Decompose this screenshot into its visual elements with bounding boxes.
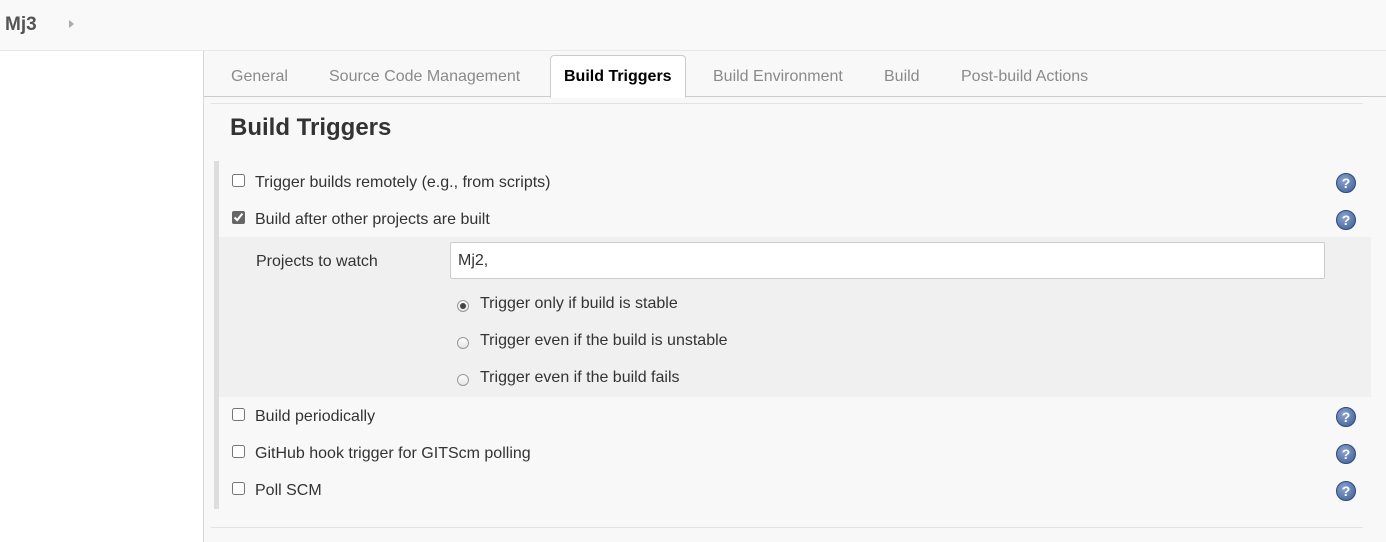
poll-scm-row: Poll SCM ? xyxy=(204,471,1386,508)
radio-fails-row: Trigger even if the build fails xyxy=(219,364,1371,394)
breadcrumb-project[interactable]: Mj3 xyxy=(5,14,37,36)
section-title: Build Triggers xyxy=(230,114,392,141)
projects-to-watch-label: Projects to watch xyxy=(256,253,378,270)
build-after-options: Projects to watch Trigger only if build … xyxy=(219,237,1371,397)
question-mark-icon[interactable]: ? xyxy=(1336,481,1356,501)
config-panel: General Source Code Management Build Tri… xyxy=(203,51,1386,542)
radio-unstable-label[interactable]: Trigger even if the build is unstable xyxy=(480,332,728,350)
build-after-checkbox[interactable] xyxy=(232,211,245,224)
tab-build-environment[interactable]: Build Environment xyxy=(713,68,843,86)
radio-fails[interactable] xyxy=(457,374,469,386)
trigger-remote-checkbox[interactable] xyxy=(232,174,245,187)
top-header: Mj3 xyxy=(0,0,1386,51)
radio-stable-label[interactable]: Trigger only if build is stable xyxy=(480,295,678,313)
build-periodically-label[interactable]: Build periodically xyxy=(255,408,375,426)
divider xyxy=(211,527,1363,528)
tab-post-build-actions[interactable]: Post-build Actions xyxy=(961,68,1088,86)
build-after-row: Build after other projects are built ? xyxy=(204,200,1386,237)
tab-general[interactable]: General xyxy=(231,68,288,86)
projects-to-watch-input[interactable] xyxy=(450,242,1325,279)
github-hook-row: GitHub hook trigger for GITScm polling ? xyxy=(204,434,1386,471)
question-mark-icon[interactable]: ? xyxy=(1336,407,1356,427)
radio-unstable-row: Trigger even if the build is unstable xyxy=(219,327,1371,357)
github-hook-label[interactable]: GitHub hook trigger for GITScm polling xyxy=(255,445,531,463)
tab-build-triggers[interactable]: Build Triggers xyxy=(550,55,686,98)
tab-source-code-management[interactable]: Source Code Management xyxy=(329,68,520,86)
radio-unstable[interactable] xyxy=(457,337,469,349)
poll-scm-checkbox[interactable] xyxy=(232,482,245,495)
build-periodically-row: Build periodically ? xyxy=(204,397,1386,434)
radio-stable-row: Trigger only if build is stable xyxy=(219,290,1371,320)
radio-stable[interactable] xyxy=(457,300,469,312)
trigger-remote-row: Trigger builds remotely (e.g., from scri… xyxy=(204,163,1386,200)
tab-bar: General Source Code Management Build Tri… xyxy=(204,51,1386,98)
divider xyxy=(211,103,1363,104)
github-hook-checkbox[interactable] xyxy=(232,445,245,458)
tab-build[interactable]: Build xyxy=(884,68,920,86)
breadcrumb-arrow-icon[interactable] xyxy=(69,20,74,28)
poll-scm-label[interactable]: Poll SCM xyxy=(255,482,322,500)
trigger-remote-label[interactable]: Trigger builds remotely (e.g., from scri… xyxy=(255,174,550,192)
question-mark-icon[interactable]: ? xyxy=(1336,173,1356,193)
build-after-label[interactable]: Build after other projects are built xyxy=(255,211,490,229)
radio-fails-label[interactable]: Trigger even if the build fails xyxy=(480,369,680,387)
build-periodically-checkbox[interactable] xyxy=(232,408,245,421)
question-mark-icon[interactable]: ? xyxy=(1336,444,1356,464)
question-mark-icon[interactable]: ? xyxy=(1336,210,1356,230)
